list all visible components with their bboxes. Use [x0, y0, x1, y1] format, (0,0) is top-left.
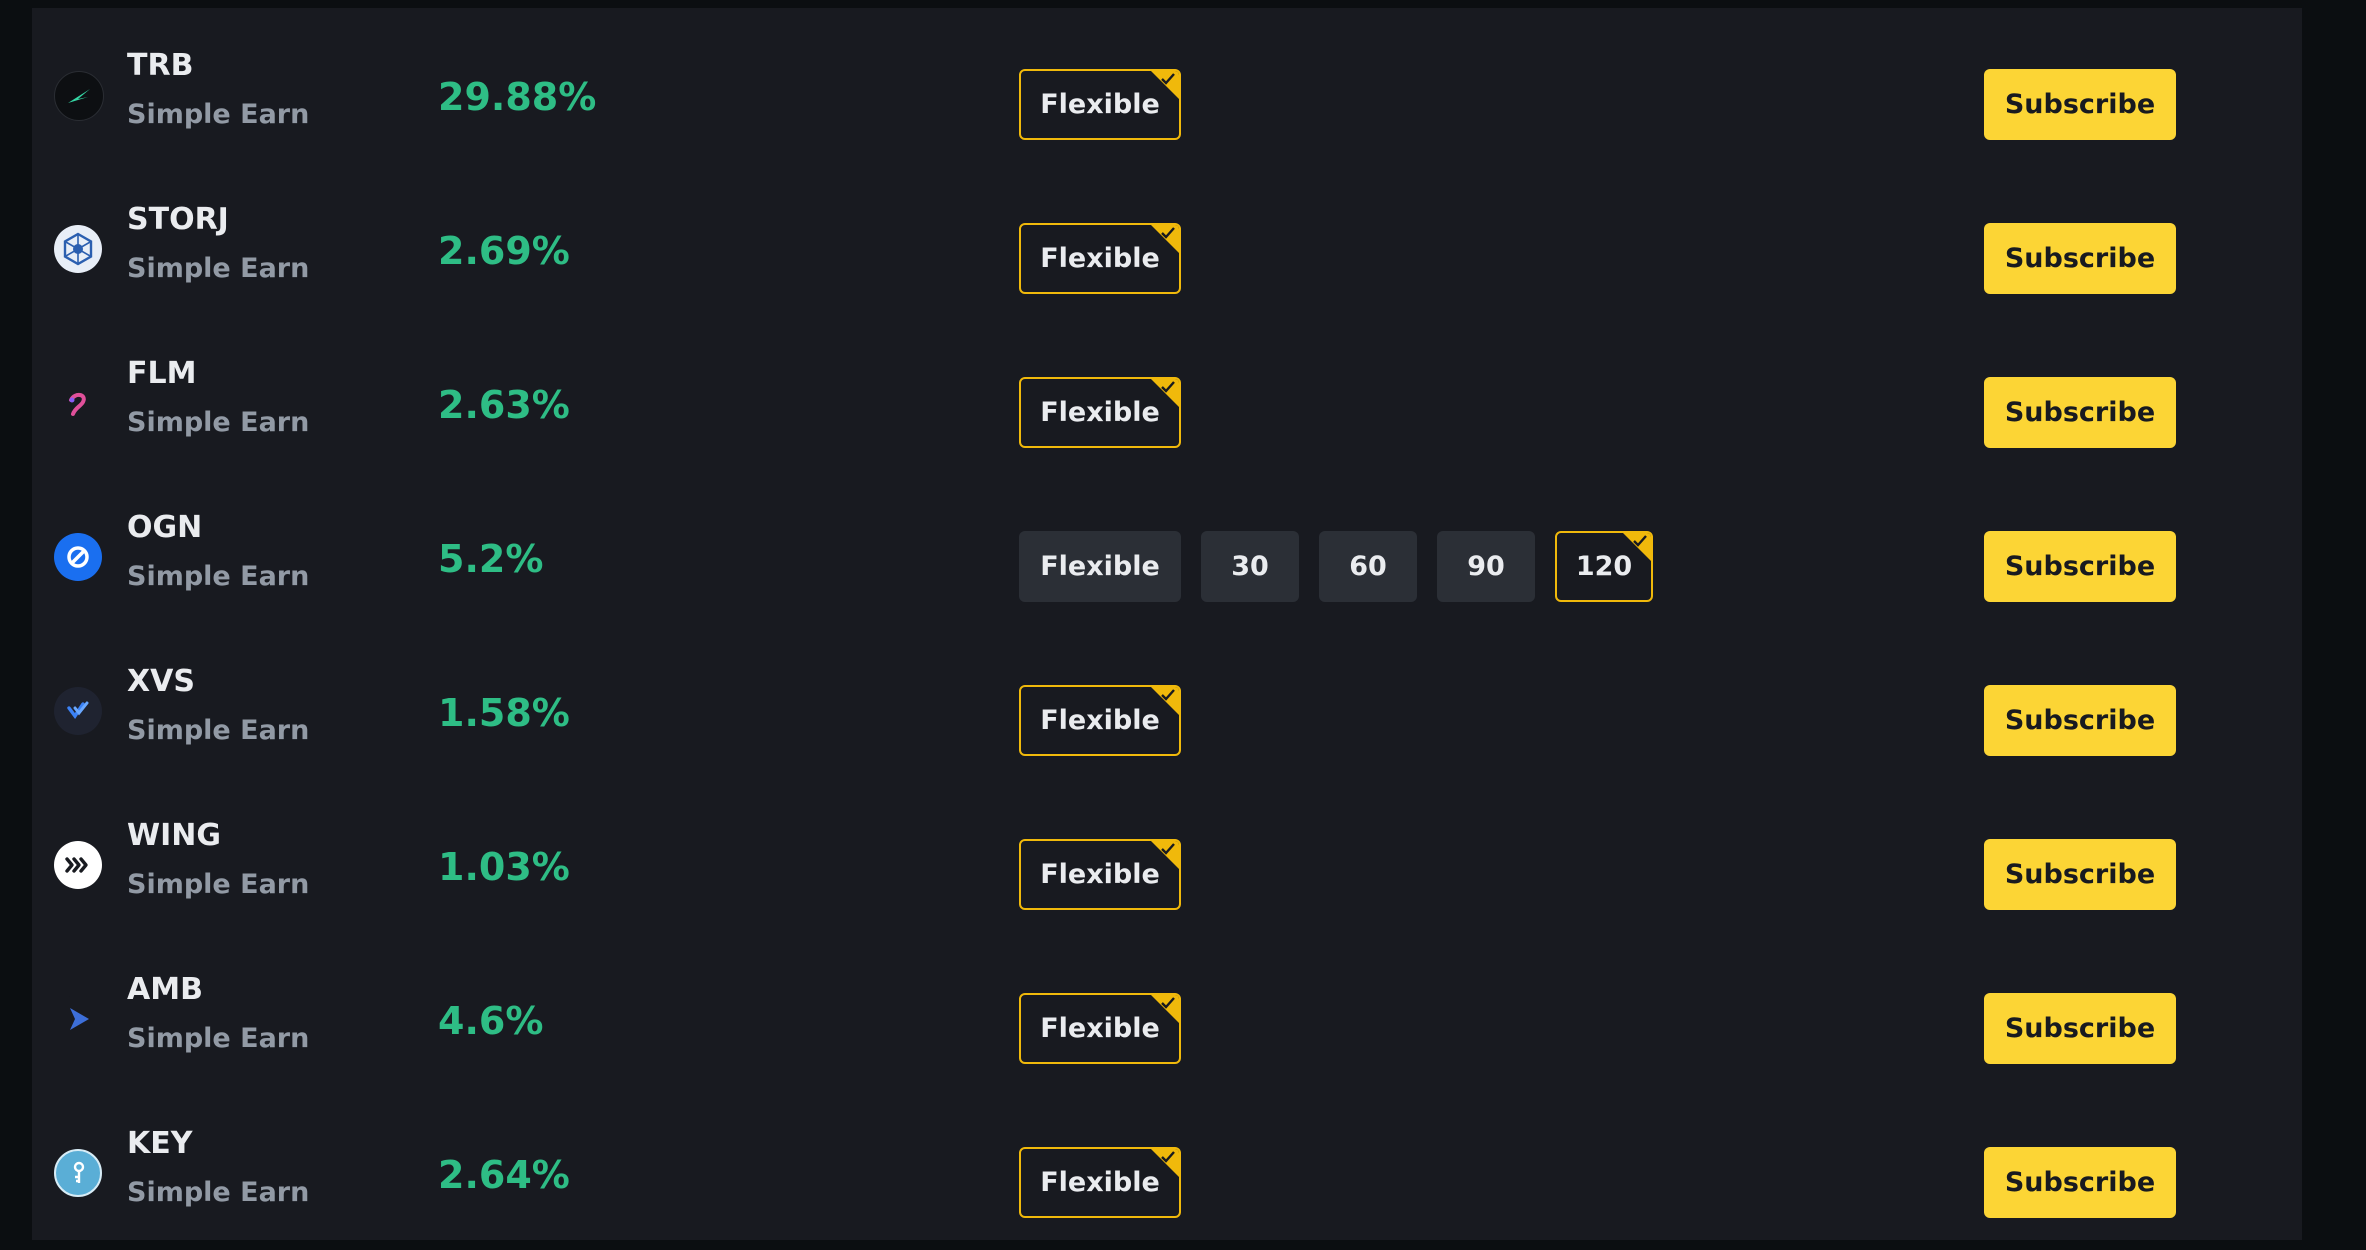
- subscribe-button[interactable]: Subscribe: [1984, 839, 2176, 910]
- asset-product-type: Simple Earn: [127, 407, 310, 438]
- apr-value: 29.88%: [438, 75, 597, 119]
- duration-option-90[interactable]: 90: [1437, 531, 1535, 602]
- asset-symbol: FLM: [127, 356, 197, 391]
- asset-product-type: Simple Earn: [127, 1023, 310, 1054]
- product-row-ogn: OGN Simple Earn 5.2% Flexible 30 60 90 1…: [32, 480, 2302, 634]
- duration-label: Flexible: [1040, 89, 1160, 120]
- asset-symbol: KEY: [127, 1126, 193, 1161]
- duration-label: Flexible: [1040, 551, 1160, 582]
- product-row-key: KEY Simple Earn 2.64% Flexible Subscribe: [32, 1096, 2302, 1250]
- asset-product-type: Simple Earn: [127, 715, 310, 746]
- duration-option-flexible[interactable]: Flexible: [1019, 839, 1181, 910]
- apr-value: 1.58%: [438, 691, 570, 735]
- duration-label: 30: [1231, 551, 1269, 582]
- subscribe-button[interactable]: Subscribe: [1984, 685, 2176, 756]
- check-icon: [1161, 73, 1175, 85]
- check-icon: [1161, 381, 1175, 393]
- duration-option-60[interactable]: 60: [1319, 531, 1417, 602]
- asset-product-type: Simple Earn: [127, 253, 310, 284]
- duration-label: 90: [1467, 551, 1505, 582]
- earn-products-panel: TRB Simple Earn 29.88% Flexible Subscrib…: [32, 8, 2302, 1240]
- check-icon: [1161, 689, 1175, 701]
- duration-label: 60: [1349, 551, 1387, 582]
- duration-label: Flexible: [1040, 243, 1160, 274]
- subscribe-button[interactable]: Subscribe: [1984, 993, 2176, 1064]
- product-row-wing: WING Simple Earn 1.03% Flexible Subscrib…: [32, 788, 2302, 942]
- duration-label: Flexible: [1040, 1013, 1160, 1044]
- apr-value: 5.2%: [438, 537, 544, 581]
- storj-coin-icon: [54, 225, 102, 273]
- apr-value: 2.63%: [438, 383, 570, 427]
- duration-label: Flexible: [1040, 1167, 1160, 1198]
- apr-value: 1.03%: [438, 845, 570, 889]
- duration-option-flexible[interactable]: Flexible: [1019, 223, 1181, 294]
- ogn-coin-icon: [54, 533, 102, 581]
- asset-symbol: AMB: [127, 972, 203, 1007]
- asset-symbol: TRB: [127, 48, 194, 83]
- apr-value: 2.64%: [438, 1153, 570, 1197]
- product-row-amb: AMB Simple Earn 4.6% Flexible Subscribe: [32, 942, 2302, 1096]
- duration-option-flexible[interactable]: Flexible: [1019, 69, 1181, 140]
- duration-option-flexible[interactable]: Flexible: [1019, 685, 1181, 756]
- asset-symbol: XVS: [127, 664, 195, 699]
- check-icon: [1161, 843, 1175, 855]
- asset-symbol: OGN: [127, 510, 203, 545]
- product-row-xvs: XVS Simple Earn 1.58% Flexible Subscribe: [32, 634, 2302, 788]
- asset-symbol: STORJ: [127, 202, 229, 237]
- product-row-trb: TRB Simple Earn 29.88% Flexible Subscrib…: [32, 18, 2302, 172]
- asset-product-type: Simple Earn: [127, 869, 310, 900]
- trb-coin-icon: [54, 71, 104, 121]
- duration-option-flexible[interactable]: Flexible: [1019, 531, 1181, 602]
- asset-product-type: Simple Earn: [127, 1177, 310, 1208]
- subscribe-button[interactable]: Subscribe: [1984, 223, 2176, 294]
- duration-option-flexible[interactable]: Flexible: [1019, 1147, 1181, 1218]
- product-row-storj: STORJ Simple Earn 2.69% Flexible Subscri…: [32, 172, 2302, 326]
- check-icon: [1633, 535, 1647, 547]
- subscribe-button[interactable]: Subscribe: [1984, 1147, 2176, 1218]
- xvs-coin-icon: [54, 687, 102, 735]
- duration-option-flexible[interactable]: Flexible: [1019, 377, 1181, 448]
- check-icon: [1161, 227, 1175, 239]
- duration-option-120[interactable]: 120: [1555, 531, 1653, 602]
- subscribe-button[interactable]: Subscribe: [1984, 377, 2176, 448]
- duration-option-flexible[interactable]: Flexible: [1019, 993, 1181, 1064]
- asset-product-type: Simple Earn: [127, 99, 310, 130]
- subscribe-button[interactable]: Subscribe: [1984, 69, 2176, 140]
- flm-coin-icon: [54, 379, 102, 427]
- check-icon: [1161, 1151, 1175, 1163]
- product-row-flm: FLM Simple Earn 2.63% Flexible Subscribe: [32, 326, 2302, 480]
- subscribe-button[interactable]: Subscribe: [1984, 531, 2176, 602]
- amb-coin-icon: [54, 995, 102, 1043]
- apr-value: 4.6%: [438, 999, 544, 1043]
- asset-product-type: Simple Earn: [127, 561, 310, 592]
- apr-value: 2.69%: [438, 229, 570, 273]
- check-icon: [1161, 997, 1175, 1009]
- duration-label: Flexible: [1040, 397, 1160, 428]
- duration-label: Flexible: [1040, 859, 1160, 890]
- duration-option-30[interactable]: 30: [1201, 531, 1299, 602]
- asset-symbol: WING: [127, 818, 221, 853]
- wing-coin-icon: [54, 841, 102, 889]
- key-coin-icon: [54, 1149, 102, 1197]
- duration-label: Flexible: [1040, 705, 1160, 736]
